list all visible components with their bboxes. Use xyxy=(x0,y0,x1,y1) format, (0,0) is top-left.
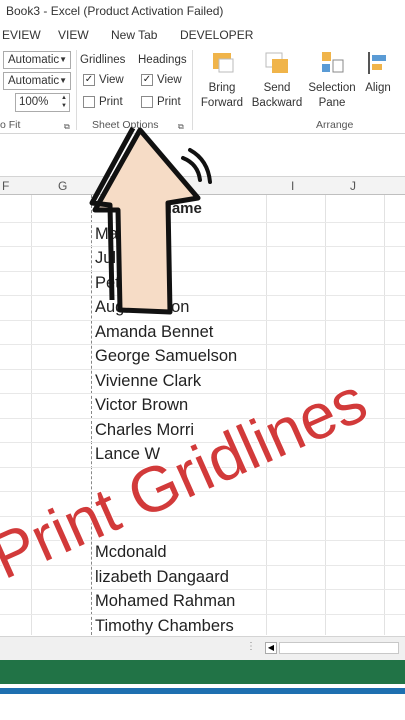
horizontal-scrollbar[interactable]: ⋮ ◀ xyxy=(0,636,405,660)
gridline xyxy=(0,368,405,370)
formula-bar[interactable] xyxy=(0,135,405,177)
gridline xyxy=(384,195,385,635)
table-row[interactable]: George Samuelson xyxy=(92,344,237,369)
headings-heading: Headings xyxy=(138,54,187,66)
width-select[interactable]: Automatic ▼ xyxy=(3,51,71,69)
headings-print-label: Print xyxy=(157,96,181,108)
gridline xyxy=(0,540,405,541)
tab-developer[interactable]: DEVELOPER xyxy=(180,28,253,42)
gridline xyxy=(0,344,405,345)
send-backward-icon xyxy=(265,52,288,73)
gridline xyxy=(0,515,405,517)
gridline xyxy=(0,319,405,321)
table-row[interactable]: Mohamed Rahman xyxy=(92,589,235,614)
bring-forward-button[interactable]: Bring Forward xyxy=(196,50,248,111)
gridline xyxy=(0,295,405,296)
height-select[interactable]: Automatic ▼ xyxy=(3,72,71,90)
chevron-down-icon: ▼ xyxy=(59,55,67,64)
gridline xyxy=(325,195,326,635)
caption-text: Print Gridlines xyxy=(0,364,377,593)
gridline xyxy=(0,466,405,468)
ribbon: Automatic ▼ Automatic ▼ 100% ▲ ▼ o Fit ⧉ Gr… xyxy=(0,46,405,134)
spinner-arrows-icon[interactable]: ▲ ▼ xyxy=(61,94,67,110)
table-row[interactable] xyxy=(92,467,95,492)
divider xyxy=(76,50,77,130)
gridline xyxy=(31,195,32,635)
bring-forward-icon xyxy=(213,53,234,73)
scroll-left-icon[interactable]: ◀ xyxy=(265,642,277,654)
column-header-g[interactable]: G xyxy=(58,179,67,193)
gridline xyxy=(266,195,267,635)
scale-spinner[interactable]: 100% ▲ ▼ xyxy=(15,93,70,112)
gridline xyxy=(0,564,405,566)
gridline xyxy=(0,393,405,394)
table-row[interactable]: lizabeth Dangaard xyxy=(92,565,229,590)
more-icon: ⋮ xyxy=(246,641,256,652)
scroll-thumb[interactable] xyxy=(279,642,399,654)
table-row[interactable]: Pete vson xyxy=(92,271,168,296)
gridline xyxy=(0,246,405,247)
align-button[interactable]: Align xyxy=(358,50,398,96)
table-row[interactable]: Victor Brown xyxy=(92,393,188,418)
selection-pane-icon xyxy=(322,52,344,73)
gridline xyxy=(0,221,405,223)
gridlines-print-label: Print xyxy=(99,96,123,108)
table-row[interactable]: Charles Morri xyxy=(92,418,194,443)
table-row[interactable]: Mcdonald xyxy=(92,540,167,565)
table-row[interactable]: Vivienne Clark xyxy=(92,369,201,394)
gridlines-view-label: View xyxy=(99,74,124,86)
tab-new-tab[interactable]: New Tab xyxy=(111,28,157,42)
table-row[interactable] xyxy=(92,491,95,516)
divider xyxy=(192,50,193,130)
table-row[interactable]: Ma umar xyxy=(92,222,160,247)
dialog-launcher-icon[interactable]: ⧉ xyxy=(64,122,70,132)
column-header-h[interactable]: H xyxy=(155,179,164,193)
tab-view[interactable]: VIEW xyxy=(58,28,89,42)
gridline xyxy=(0,442,405,443)
gridlines-heading: Gridlines xyxy=(80,54,126,66)
dialog-launcher-icon[interactable]: ⧉ xyxy=(178,122,184,132)
table-row[interactable]: Timothy Chambers xyxy=(92,614,234,639)
arrange-group-label: Arrange xyxy=(316,119,354,131)
gridlines-view-checkbox[interactable]: ✓ xyxy=(83,74,95,86)
ribbon-tabs: EVIEW VIEW New Tab DEVELOPER xyxy=(0,24,405,46)
status-bar xyxy=(0,660,405,684)
table-row[interactable] xyxy=(92,516,95,541)
title-bar: Book3 - Excel (Product Activation Failed… xyxy=(0,0,405,22)
gridline xyxy=(0,613,405,615)
send-backward-button[interactable]: Send Backward xyxy=(248,50,306,111)
name-header[interactable]: Name xyxy=(158,197,202,222)
taskbar xyxy=(0,684,405,720)
headings-print-checkbox[interactable] xyxy=(141,96,153,108)
table-row[interactable]: Lance W xyxy=(92,442,160,467)
column-header-j[interactable]: J xyxy=(350,179,356,193)
column-header-f[interactable]: F xyxy=(2,179,9,193)
column-header-row: F G H I J xyxy=(0,177,405,195)
chevron-down-icon: ▼ xyxy=(59,76,67,85)
table-row[interactable]: Julia Kerr xyxy=(92,246,165,271)
scale-group-label: o Fit xyxy=(0,119,21,131)
gridline xyxy=(0,417,405,419)
window-title: Book3 - Excel (Product Activation Failed… xyxy=(6,4,224,18)
gridline xyxy=(0,270,405,272)
headings-view-checkbox[interactable]: ✓ xyxy=(141,74,153,86)
headings-view-label: View xyxy=(157,74,182,86)
selection-pane-button[interactable]: Selection Pane xyxy=(306,50,358,111)
table-row[interactable]: Amanda Bennet xyxy=(92,320,213,345)
align-icon xyxy=(368,52,386,74)
sheet-options-group-label: Sheet Options xyxy=(92,119,159,131)
gridlines-print-checkbox[interactable] xyxy=(83,96,95,108)
tab-review[interactable]: EVIEW xyxy=(2,28,41,42)
column-header-i[interactable]: I xyxy=(291,179,294,193)
gridline xyxy=(0,589,405,590)
table-row[interactable]: Augu Millson xyxy=(92,295,189,320)
gridline xyxy=(0,491,405,492)
